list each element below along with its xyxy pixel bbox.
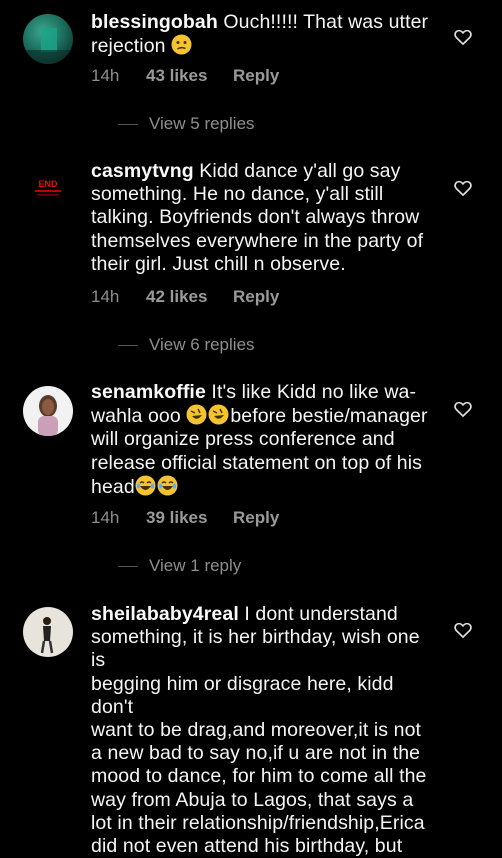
comment-text: sheilababy4real I dont understand someth…: [91, 603, 436, 858]
tears-of-joy-face-icon: [157, 475, 178, 496]
view-replies-link[interactable]: View 1 reply: [118, 556, 241, 576]
avatar[interactable]: [23, 14, 73, 64]
reply-button[interactable]: Reply: [233, 66, 279, 86]
tears-of-joy-face-icon: [135, 475, 156, 496]
comment-likes[interactable]: 42 likes: [146, 287, 233, 307]
reply-button[interactable]: Reply: [233, 287, 279, 307]
comment-time: 14h: [91, 508, 120, 527]
comment-username[interactable]: senamkoffie: [91, 381, 206, 403]
heart-outline-icon[interactable]: [453, 178, 473, 198]
heart-outline-icon[interactable]: [453, 399, 473, 419]
heart-outline-icon[interactable]: [453, 27, 473, 47]
comment-meta: 14h 42 likes Reply: [91, 287, 279, 307]
comment-username[interactable]: casmytvng: [91, 160, 194, 182]
comment-meta: 14h 39 likes Reply: [91, 508, 279, 528]
comment-text: senamkoffie It's like Kidd no like wa- w…: [91, 381, 436, 499]
view-replies-link[interactable]: View 6 replies: [118, 335, 255, 355]
view-replies-label: View 6 replies: [149, 335, 255, 354]
avatar-logo-text: END: [38, 179, 58, 189]
comment-time: 14h: [91, 66, 120, 85]
avatar[interactable]: END: [23, 163, 73, 213]
view-replies-link[interactable]: View 5 replies: [118, 114, 255, 134]
comment-username[interactable]: blessingobah: [91, 11, 218, 33]
rolling-laughing-face-icon: [186, 404, 207, 425]
view-replies-label: View 1 reply: [149, 556, 242, 575]
reply-button[interactable]: Reply: [233, 508, 279, 528]
divider-line: [118, 344, 138, 346]
heart-outline-icon[interactable]: [453, 620, 473, 640]
rolling-laughing-face-icon: [208, 404, 229, 425]
confused-face-icon: [171, 34, 192, 55]
comment-likes[interactable]: 39 likes: [146, 508, 233, 528]
comment-meta: 14h 43 likes Reply: [91, 66, 279, 86]
avatar[interactable]: [23, 607, 73, 657]
avatar[interactable]: [23, 386, 73, 436]
comment-time: 14h: [91, 287, 120, 306]
view-replies-label: View 5 replies: [149, 114, 255, 133]
comment-likes[interactable]: 43 likes: [146, 66, 233, 86]
divider-line: [118, 565, 138, 567]
comment-text: blessingobah Ouch!!!!! That was utter re…: [91, 11, 436, 58]
divider-line: [118, 123, 138, 125]
comment-username[interactable]: sheilababy4real: [91, 603, 239, 625]
comment-body: I dont understand something, it is her b…: [91, 603, 427, 858]
comment-text: casmytvng Kidd dance y'all go say someth…: [91, 160, 436, 276]
